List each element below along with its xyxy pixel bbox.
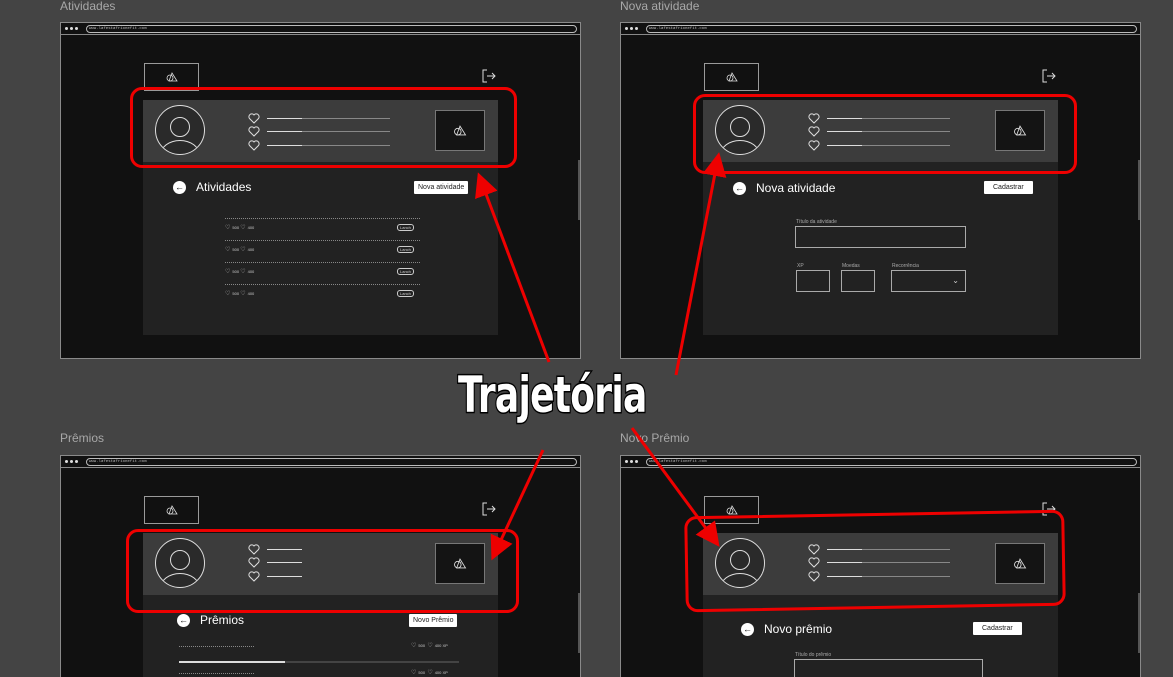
scrollbar[interactable]: [1138, 593, 1140, 653]
browser-bar: www.lafestafrionefit.com: [61, 23, 580, 35]
annotation-label: Trajetória: [457, 365, 648, 426]
new-prize-button[interactable]: Novo Prêmio: [409, 614, 458, 627]
logout-icon[interactable]: [1042, 69, 1056, 83]
page-header: ← Prêmios: [177, 613, 244, 627]
recurrence-select[interactable]: ⌄: [891, 270, 966, 292]
tag[interactable]: Lanch: [397, 290, 414, 297]
list-item[interactable]: ♡ 500 ♡ 400: [225, 268, 254, 275]
logout-icon[interactable]: [482, 502, 496, 516]
url-bar[interactable]: www.lafestafrionefit.com: [646, 25, 1137, 33]
frame-title-atividades: Atividades: [60, 0, 116, 13]
frame-title-nova-atividade: Nova atividade: [620, 0, 700, 13]
scrollbar[interactable]: [1138, 160, 1140, 220]
browser-bar: www.lafestafrionefit.com: [61, 456, 580, 468]
submit-button[interactable]: Cadastrar: [973, 622, 1022, 635]
frame-title-premios: Prêmios: [60, 431, 105, 445]
logo-icon[interactable]: [704, 63, 759, 91]
xp-input[interactable]: [796, 270, 830, 292]
coins-input[interactable]: [841, 270, 875, 292]
logout-icon[interactable]: [482, 69, 496, 83]
field-label: XP: [797, 263, 804, 269]
highlight-box: [126, 529, 519, 613]
back-arrow-icon[interactable]: ←: [741, 622, 754, 636]
page-header: ← Novo prêmio: [741, 622, 832, 636]
tag[interactable]: Lanch: [397, 268, 414, 275]
highlight-box: [684, 509, 1066, 613]
list-item[interactable]: ♡ 500 ♡ 400: [225, 224, 254, 231]
scrollbar[interactable]: [578, 593, 580, 653]
highlight-box: [693, 94, 1077, 174]
back-arrow-icon[interactable]: ←: [177, 613, 190, 627]
list-item[interactable]: ♡ 500 ♡ 400: [225, 290, 254, 297]
page-title: Atividades: [196, 180, 252, 194]
logo-icon[interactable]: [144, 496, 199, 524]
frame-nova-atividade: www.lafestafrionefit.com ← Nova atividad…: [620, 22, 1141, 359]
browser-bar: www.lafestafrionefit.com: [621, 23, 1140, 35]
browser-bar: www.lafestafrionefit.com: [621, 456, 1140, 468]
chevron-down-icon: ⌄: [952, 276, 959, 285]
progress-bar: [179, 661, 459, 663]
url-bar[interactable]: www.lafestafrionefit.com: [86, 25, 577, 33]
progress-fill: [179, 661, 286, 663]
tag[interactable]: Lanch: [397, 246, 414, 253]
tag[interactable]: Lanch: [397, 224, 414, 231]
back-arrow-icon[interactable]: ←: [733, 181, 746, 195]
list-item[interactable]: ♡ 500 ♡ 400 XP: [411, 669, 448, 676]
list-item[interactable]: ♡ 500 ♡ 400 XP: [411, 642, 448, 649]
url-bar[interactable]: www.lafestafrionefit.com: [86, 458, 577, 466]
page-title: Nova atividade: [756, 181, 836, 195]
url-bar[interactable]: www.lafestafrionefit.com: [646, 458, 1137, 466]
page-title: Novo prêmio: [764, 622, 833, 636]
frame-atividades: www.lafestafrionefit.com ← Atividades No…: [60, 22, 581, 359]
scrollbar[interactable]: [578, 160, 580, 220]
highlight-box: [130, 87, 517, 168]
field-label: Moedas: [842, 263, 860, 269]
title-input[interactable]: [794, 659, 983, 677]
list-item[interactable]: ♡ 500 ♡ 400: [225, 246, 254, 253]
title-input[interactable]: [795, 226, 966, 248]
page-header: ← Atividades: [173, 180, 251, 194]
field-label: Recorrência: [892, 263, 919, 269]
page-title: Prêmios: [200, 613, 245, 627]
back-arrow-icon[interactable]: ←: [173, 180, 186, 194]
new-activity-button[interactable]: Nova atividade: [414, 181, 469, 194]
field-label: Título da atividade: [796, 219, 837, 225]
page-header: ← Nova atividade: [733, 181, 835, 195]
submit-button[interactable]: Cadastrar: [984, 181, 1033, 194]
field-label: Título do prêmio: [795, 652, 832, 658]
